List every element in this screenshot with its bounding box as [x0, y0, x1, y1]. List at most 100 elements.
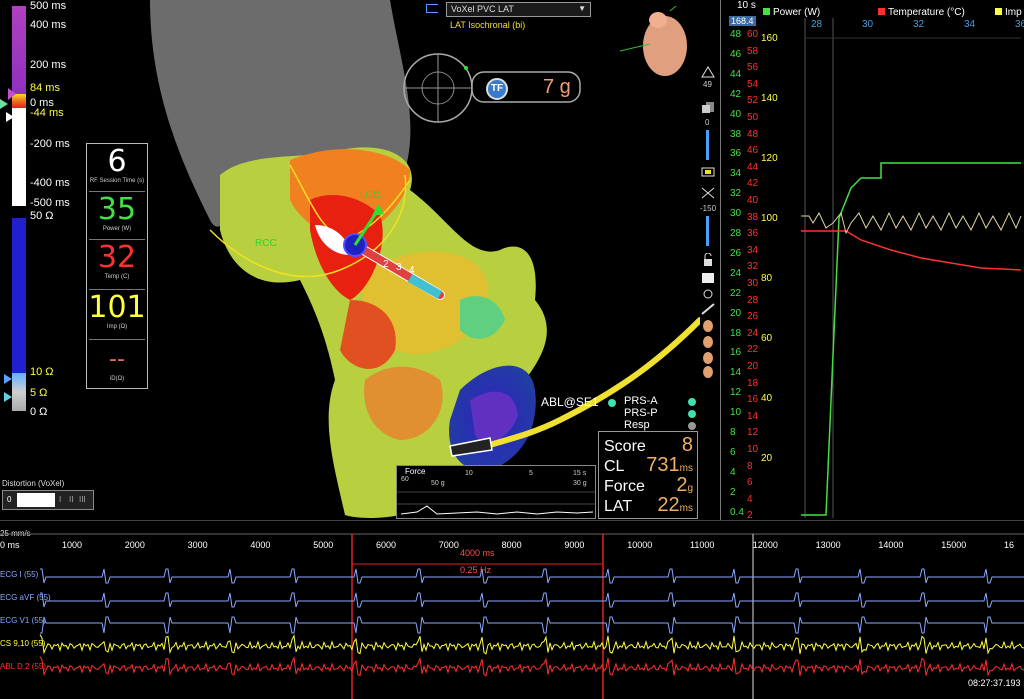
ablation-score-panel: Score 8 CL 731ms Force 2g LAT 22ms — [598, 431, 698, 519]
temp-axis-tick: 60 — [747, 29, 759, 40]
imp-handle-top[interactable] — [4, 374, 12, 384]
caliper-interval: 4000 ms — [460, 548, 495, 558]
temp-axis-tick: 4 — [747, 493, 753, 505]
zoom-icon[interactable] — [700, 65, 716, 79]
lat-handle-top[interactable] — [8, 88, 16, 100]
temp-axis-tick: 8 — [747, 460, 753, 472]
ecg-trace — [40, 592, 1024, 608]
temp-axis-tick: 42 — [747, 178, 759, 190]
power-axis-tick: 36 — [730, 148, 742, 160]
ecg-trace — [40, 568, 1024, 584]
impedance-readout: 101 Imp (Ω) — [87, 292, 147, 331]
temp-axis-tick: 18 — [747, 377, 759, 389]
temp-axis-tick: 14 — [747, 410, 759, 422]
ecg-trace — [39, 656, 1024, 677]
prs-a-status-icon — [688, 398, 696, 406]
temp-axis-tick: 30 — [747, 278, 759, 289]
temp-axis-tick: 46 — [747, 145, 759, 157]
imp-legend-label: Imp — [1005, 7, 1022, 18]
force-label: Force — [604, 478, 645, 495]
map-type-label: LAT Isochronal (bi) — [450, 20, 526, 30]
scale-label: 200 ms — [30, 59, 67, 71]
force-y-label: 60 — [401, 476, 409, 483]
temp-axis-tick: 24 — [747, 327, 759, 339]
distortion-scale-label: I — [59, 495, 62, 504]
channel-label-ecg-i[interactable]: ECG I (55) — [0, 570, 38, 579]
trend-plot — [801, 18, 1022, 518]
power-axis-tick: 20 — [730, 307, 742, 319]
torso-view-icon[interactable] — [700, 350, 716, 364]
scale-label: 400 ms — [30, 19, 67, 31]
temp-axis-tick: 20 — [747, 361, 759, 372]
lat-handle-bottom[interactable] — [6, 112, 14, 122]
opacity-slider[interactable] — [706, 130, 709, 160]
temp-axis-tick: 10 — [747, 444, 759, 455]
torso-view-icon[interactable] — [700, 334, 716, 348]
force-number: 2 — [676, 474, 688, 496]
cut-icon[interactable] — [700, 186, 716, 200]
power-axis-tick: 34 — [730, 168, 742, 180]
power-axis-tick: 14 — [730, 367, 742, 379]
settings-icon[interactable] — [700, 287, 716, 301]
lat-number: 22 — [657, 494, 680, 516]
scale-label: 84 ms — [30, 82, 60, 94]
temp-axis-tick: 54 — [747, 78, 759, 90]
lat-color-scale-white — [12, 108, 26, 206]
power-readout: 35 Power (W) — [87, 192, 147, 233]
temp-axis-tick: 34 — [747, 244, 759, 256]
cl-number: 731 — [646, 454, 680, 476]
power-value: 35 — [97, 192, 137, 227]
channel-label-abl[interactable]: ABL D,2 (55) — [0, 662, 46, 671]
map-mode-icon[interactable] — [426, 4, 438, 13]
power-axis-tick: 26 — [730, 247, 742, 259]
scale-label: -400 ms — [30, 177, 70, 189]
electrode-label: 2 — [383, 259, 389, 270]
distortion-scale-label: III — [79, 495, 86, 504]
power-axis-tick: 24 — [730, 267, 742, 279]
ecg-traces — [0, 533, 1024, 699]
orientation-torso-icon[interactable] — [620, 6, 700, 86]
record-icon[interactable] — [700, 165, 716, 179]
channel-label-cs[interactable]: CS 9,10 (55) — [0, 639, 45, 648]
scale-label: 500 ms — [30, 0, 67, 12]
screen-icon[interactable] — [700, 271, 716, 285]
distortion-scale-label: II — [69, 495, 74, 504]
lat-unit: ms — [679, 503, 693, 514]
resp-label: Resp — [624, 419, 650, 431]
lat-handle-zero[interactable] — [0, 99, 8, 109]
power-axis-tick: 42 — [730, 88, 742, 100]
lat-value: 22ms — [657, 494, 693, 517]
distortion-scale[interactable]: 0 I II III — [2, 490, 94, 510]
slider1-value: 0 — [705, 118, 710, 127]
power-axis-tick: 22 — [730, 287, 742, 299]
imp-color-scale[interactable] — [12, 218, 26, 373]
power-axis-tick: 48 — [730, 29, 742, 40]
cl-label: CL — [604, 458, 625, 475]
imp-handle-bottom[interactable] — [4, 392, 12, 402]
channel-label-ecg-v1[interactable]: ECG V1 (55) — [0, 616, 46, 625]
force-tick: 15 s — [573, 470, 587, 477]
layers-icon[interactable] — [700, 100, 716, 114]
lock-icon[interactable] — [700, 253, 716, 267]
lat-color-scale[interactable] — [12, 6, 26, 94]
imp-axis-tick: 140 — [761, 93, 778, 104]
map-selector-dropdown[interactable]: VoXel PVC LAT ▼ — [446, 2, 591, 17]
force-chart-title: Force — [405, 467, 426, 476]
rf-session-time: 6 RF Session Time (s) — [87, 146, 147, 185]
temp-value: 32 — [97, 240, 137, 275]
prs-a-label: PRS-A — [624, 395, 658, 407]
tag-icon[interactable] — [700, 302, 716, 316]
scale-label: -200 ms — [30, 138, 70, 150]
power-axis-tick: 32 — [730, 188, 742, 200]
status-dot-icon — [608, 399, 616, 407]
power-axis-tick: 8 — [730, 427, 736, 438]
channel-label-ecg-avf[interactable]: ECG aVF (55) — [0, 593, 51, 602]
scale-label: 5 Ω — [30, 387, 48, 399]
trend-panel: 10 s 168.4 Power (W) Temperature (°C) Im… — [720, 0, 1024, 521]
torso-view-icon[interactable] — [700, 364, 716, 378]
torso-view-icon[interactable] — [700, 318, 716, 332]
temp-axis-tick: 38 — [747, 211, 759, 223]
depth-slider[interactable] — [706, 216, 709, 246]
prs-p-status-icon — [688, 410, 696, 418]
imp-legend-swatch — [995, 8, 1002, 15]
